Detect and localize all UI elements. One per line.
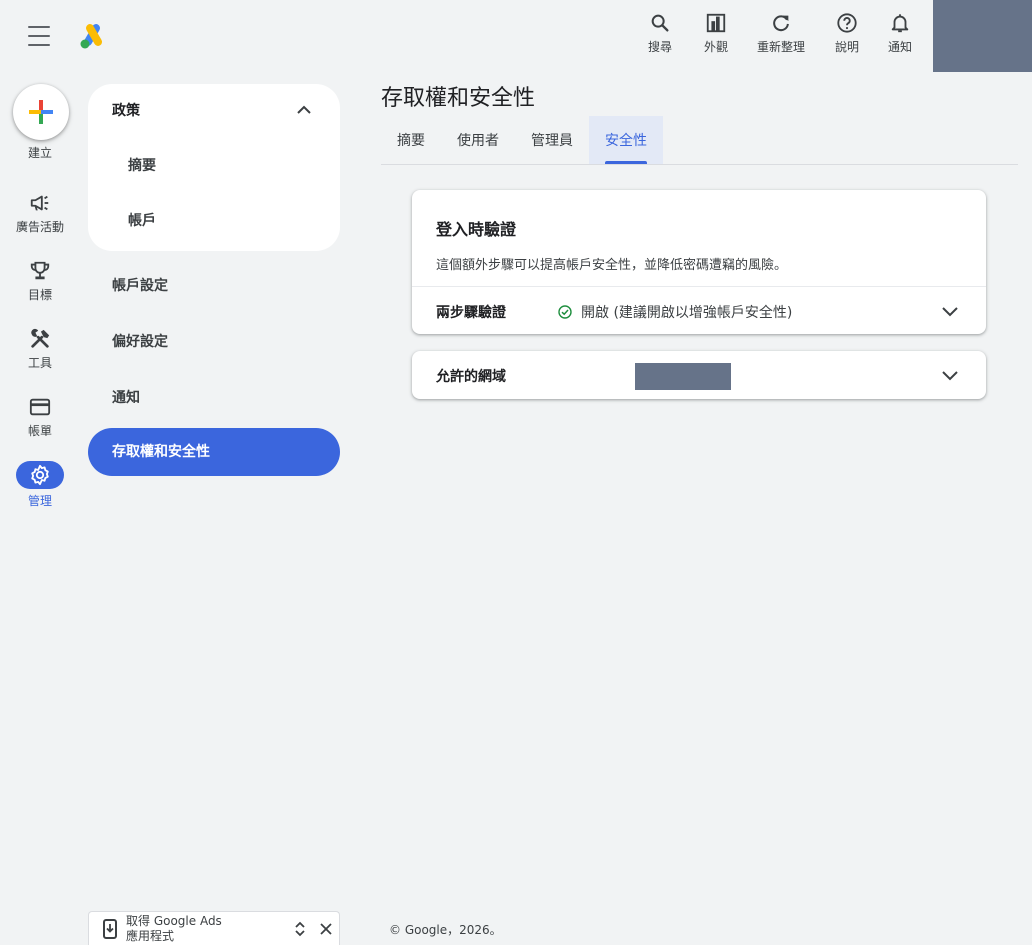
search-button[interactable]: 搜尋	[634, 12, 686, 55]
card-description: 這個額外步驟可以提高帳戶安全性，並降低密碼遭竊的風險。	[436, 258, 788, 273]
page-title: 存取權和安全性	[381, 86, 536, 111]
rail-label-campaigns: 廣告活動	[15, 220, 64, 234]
subnav-item-policy-account[interactable]: 帳戶	[128, 210, 156, 230]
get-app-text: 取得 Google Ads 應用程式	[126, 914, 222, 944]
hamburger-line	[28, 44, 50, 46]
refresh-button[interactable]: 重新整理	[746, 12, 816, 55]
rail-item-campaigns[interactable]: 廣告活動	[0, 192, 80, 252]
tab-users[interactable]: 使用者	[441, 116, 515, 164]
redacted-value	[635, 363, 731, 390]
rail-item-billing[interactable]: 帳單	[0, 396, 80, 456]
help-label: 說明	[834, 40, 859, 54]
allowed-domains-card: 允許的網域	[412, 351, 986, 399]
search-label: 搜尋	[647, 40, 672, 54]
card-title: 登入時驗證	[436, 220, 517, 239]
notifications-label: 通知	[887, 40, 912, 54]
appearance-button[interactable]: 外觀	[686, 12, 746, 55]
rail-item-tools[interactable]: 工具	[0, 328, 80, 388]
refresh-icon	[773, 15, 789, 32]
subnav-item-access-security[interactable]: 存取權和安全性	[88, 428, 340, 476]
phone-download-icon	[103, 919, 117, 939]
active-indicator	[16, 461, 64, 489]
gear-icon	[31, 464, 49, 486]
subnav-item-notifications[interactable]: 通知	[112, 387, 140, 407]
admin-subnav: 政策 摘要 帳戶 帳戶設定 偏好設定 通知 存取權和安全性	[88, 84, 340, 476]
google-ads-logo-icon[interactable]	[78, 22, 108, 50]
get-app-line-2: 應用程式	[126, 929, 175, 943]
appearance-icon	[706, 13, 726, 33]
trophy-icon	[30, 261, 50, 280]
create-button[interactable]	[13, 84, 69, 140]
allowed-domains-row[interactable]: 允許的網域	[412, 351, 986, 399]
two-step-verification-row[interactable]: 兩步驟驗證 開啟 (建議開啟以增強帳戶安全性)	[412, 287, 986, 335]
create-label: 建立	[27, 146, 52, 160]
bell-icon	[891, 14, 909, 33]
two-step-status: 開啟 (建議開啟以增強帳戶安全性)	[558, 302, 792, 322]
tab-summary[interactable]: 摘要	[381, 116, 441, 164]
rail-label-tools: 工具	[27, 356, 52, 370]
appearance-label: 外觀	[703, 40, 728, 54]
main-menu-button[interactable]	[28, 26, 50, 46]
close-icon[interactable]	[319, 922, 333, 936]
policy-section: 政策 摘要 帳戶	[88, 84, 340, 251]
get-app-line-1: 取得 Google Ads	[126, 914, 222, 928]
rail-item-admin[interactable]: 管理	[0, 461, 80, 524]
megaphone-icon	[30, 195, 49, 211]
policy-heading[interactable]: 政策	[112, 100, 140, 120]
top-app-bar: 搜尋 外觀 重新整理 說明 通知	[0, 0, 1032, 72]
account-switcher-redacted[interactable]	[933, 0, 1032, 72]
two-step-status-text: 開啟 (建議開啟以增強帳戶安全性)	[581, 305, 793, 321]
rail-label-billing: 帳單	[27, 424, 52, 438]
tab-security[interactable]: 安全性	[589, 116, 663, 164]
refresh-label: 重新整理	[756, 40, 805, 54]
help-button[interactable]: 說明	[816, 12, 878, 55]
tab-bar: 摘要 使用者 管理員 安全性	[381, 116, 1018, 165]
subnav-item-policy-summary[interactable]: 摘要	[128, 155, 156, 175]
get-app-banner[interactable]: 取得 Google Ads 應用程式	[88, 911, 340, 945]
hamburger-line	[28, 26, 50, 28]
subnav-item-preferences[interactable]: 偏好設定	[112, 331, 168, 351]
header-actions: 搜尋 外觀 重新整理 說明 通知	[634, 12, 922, 55]
chevron-down-icon[interactable]	[938, 363, 962, 387]
notifications-button[interactable]: 通知	[878, 12, 922, 55]
chevron-down-icon[interactable]	[938, 299, 962, 323]
allowed-domains-label: 允許的網域	[436, 369, 506, 385]
check-circle-icon	[558, 305, 572, 319]
rail-label-admin: 管理	[27, 494, 52, 508]
subnav-item-account-settings[interactable]: 帳戶設定	[112, 275, 168, 295]
plus-icon	[29, 100, 53, 124]
search-icon	[651, 14, 669, 32]
unfold-icon[interactable]	[293, 921, 307, 937]
footer-copyright: © Google，2026。	[389, 923, 502, 937]
two-step-label: 兩步驟驗證	[436, 305, 506, 321]
hamburger-line	[28, 35, 50, 37]
chevron-up-icon[interactable]	[292, 98, 316, 122]
tools-icon	[31, 328, 50, 348]
help-icon	[837, 13, 857, 33]
credit-card-icon	[29, 398, 51, 416]
tab-managers[interactable]: 管理員	[515, 116, 589, 164]
rail-item-goals[interactable]: 目標	[0, 260, 80, 320]
sign-in-verification-card: 登入時驗證 這個額外步驟可以提高帳戶安全性，並降低密碼遭竊的風險。 兩步驟驗證 …	[412, 190, 986, 334]
rail-label-goals: 目標	[27, 288, 52, 302]
